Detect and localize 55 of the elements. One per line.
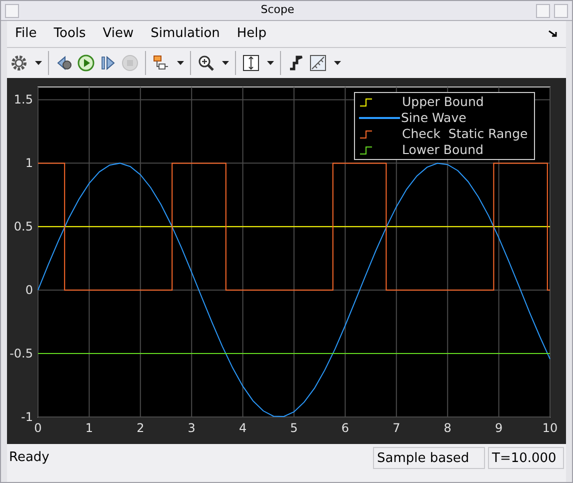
step-signal-button[interactable] <box>287 54 305 72</box>
ruler-icon <box>309 54 327 72</box>
y-tick-label: 1.5 <box>14 92 33 107</box>
legend-label: Sine Wave <box>401 109 466 127</box>
menu-item[interactable]: Tools <box>54 24 86 44</box>
x-tick-label: 1 <box>85 421 94 435</box>
caret-icon[interactable] <box>35 61 42 65</box>
x-tick-label: 7 <box>392 421 400 435</box>
legend-label: Upper Bound <box>402 92 484 111</box>
gear-button[interactable] <box>10 54 42 72</box>
y-tick-label: 1 <box>25 156 33 170</box>
status-time: T=10.000 <box>488 447 564 469</box>
x-tick-label: 6 <box>341 421 350 435</box>
x-tick-label: 4 <box>238 421 247 435</box>
window-title: Scope <box>260 2 296 18</box>
step-forward-button[interactable] <box>99 54 117 72</box>
x-tick-label: 8 <box>444 421 452 435</box>
menu-item[interactable]: Help <box>236 24 267 44</box>
step-forward-icon <box>99 54 117 72</box>
x-tick-label: 9 <box>494 421 503 435</box>
caret-icon[interactable] <box>177 61 184 65</box>
scale-axes-icon <box>242 54 260 72</box>
x-tick-label: 10 <box>542 421 558 435</box>
step-back-icon <box>55 54 73 72</box>
play-icon <box>77 54 95 72</box>
hierarchy-button[interactable] <box>152 54 184 72</box>
caret-icon[interactable] <box>222 61 229 65</box>
y-tick-label: 0.5 <box>14 220 33 234</box>
caret-icon[interactable] <box>334 61 341 65</box>
x-tick-label: 5 <box>290 421 298 435</box>
x-tick-label: 3 <box>188 421 196 435</box>
scale-axes-button[interactable] <box>242 54 274 72</box>
hierarchy-icon <box>152 54 170 72</box>
step-back-button[interactable] <box>55 54 73 72</box>
legend-label: Check Static Range <box>402 124 528 143</box>
menu-item[interactable]: View <box>102 24 134 44</box>
y-tick-label: -1 <box>21 410 33 424</box>
x-tick-label: 0 <box>34 421 42 435</box>
menu-item[interactable]: File <box>15 24 37 44</box>
step-signal-icon <box>287 54 305 72</box>
gear-icon <box>10 54 28 72</box>
menu-item[interactable]: Simulation <box>150 24 220 44</box>
status-message: Ready <box>8 449 50 468</box>
ruler-button[interactable] <box>309 54 341 72</box>
play-button[interactable] <box>77 54 95 72</box>
caret-icon[interactable] <box>267 61 274 65</box>
legend-label: Lower Bound <box>402 140 484 159</box>
zoom-icon <box>197 54 215 72</box>
undock-icon[interactable] <box>548 30 558 38</box>
stop-icon <box>121 54 139 72</box>
x-tick-label: 2 <box>136 421 144 435</box>
zoom-button[interactable] <box>197 54 229 72</box>
y-tick-label: 0 <box>25 283 33 298</box>
y-tick-label: -0.5 <box>10 346 33 361</box>
status-mode: Sample based <box>373 447 485 469</box>
